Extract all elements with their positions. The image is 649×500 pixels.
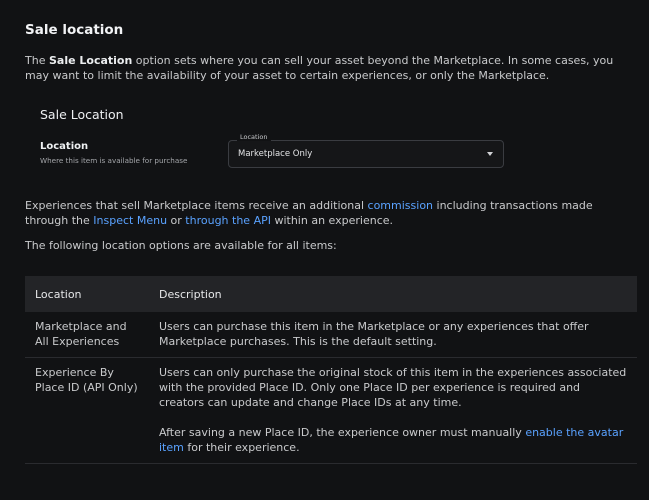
intro-paragraph: The Sale Location option sets where you … — [25, 53, 630, 83]
note-suffix: for their experience. — [183, 441, 300, 454]
commission-link[interactable]: commission — [368, 199, 433, 212]
row-description: Users can only purchase the original sto… — [149, 357, 637, 464]
row-description: Users can purchase this item in the Mark… — [149, 312, 637, 358]
table-row: Experience By Place ID (API Only) Users … — [25, 357, 637, 464]
select-floating-label: Location — [237, 133, 271, 141]
row-location: Experience By Place ID (API Only) — [25, 357, 149, 464]
header-location: Location — [25, 276, 149, 312]
location-label: Location — [40, 141, 89, 152]
docs-page: Sale location The Sale Location option s… — [0, 0, 649, 500]
section-heading: Sale location — [25, 22, 124, 38]
intro-prefix: The — [25, 54, 49, 67]
through-api-link[interactable]: through the API — [185, 214, 271, 227]
row-location: Marketplace and All Experiences — [25, 312, 149, 358]
note-prefix: After saving a new Place ID, the experie… — [159, 426, 526, 439]
commission-text-3: or — [167, 214, 186, 227]
commission-paragraph: Experiences that sell Marketplace items … — [25, 198, 630, 228]
commission-text-4: within an experience. — [270, 214, 393, 227]
select-value: Marketplace Only — [238, 149, 313, 159]
commission-text-1: Experiences that sell Marketplace items … — [25, 199, 368, 212]
options-intro: The following location options are avail… — [25, 239, 337, 252]
location-select[interactable]: Location Marketplace Only — [228, 133, 504, 168]
location-options-table: Location Description Marketplace and All… — [25, 276, 637, 464]
table-header-row: Location Description — [25, 276, 637, 312]
row-description-text: Users can only purchase the original sto… — [159, 366, 627, 409]
table-row: Marketplace and All Experiences Users ca… — [25, 312, 637, 358]
location-sublabel: Where this item is available for purchas… — [40, 156, 188, 165]
intro-bold: Sale Location — [48, 54, 133, 67]
card-title: Sale Location — [40, 107, 124, 122]
row-description-note: After saving a new Place ID, the experie… — [159, 425, 627, 455]
sale-location-card: Sale Location Location Where this item i… — [25, 96, 545, 181]
header-description: Description — [149, 276, 637, 312]
chevron-down-icon — [487, 152, 493, 156]
inspect-menu-link[interactable]: Inspect Menu — [93, 214, 167, 227]
